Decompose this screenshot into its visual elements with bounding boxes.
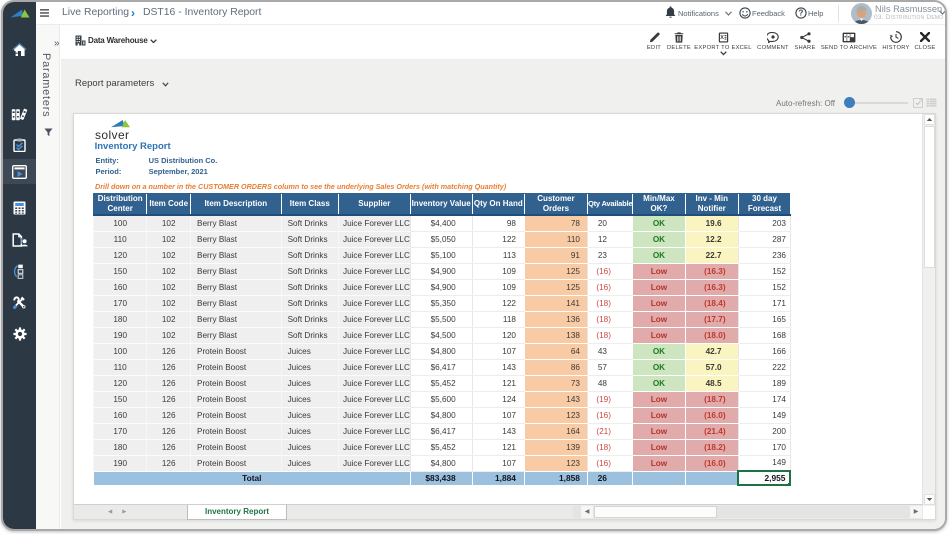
svg-text:?: ? — [799, 9, 804, 18]
svg-text:X: X — [720, 35, 724, 41]
